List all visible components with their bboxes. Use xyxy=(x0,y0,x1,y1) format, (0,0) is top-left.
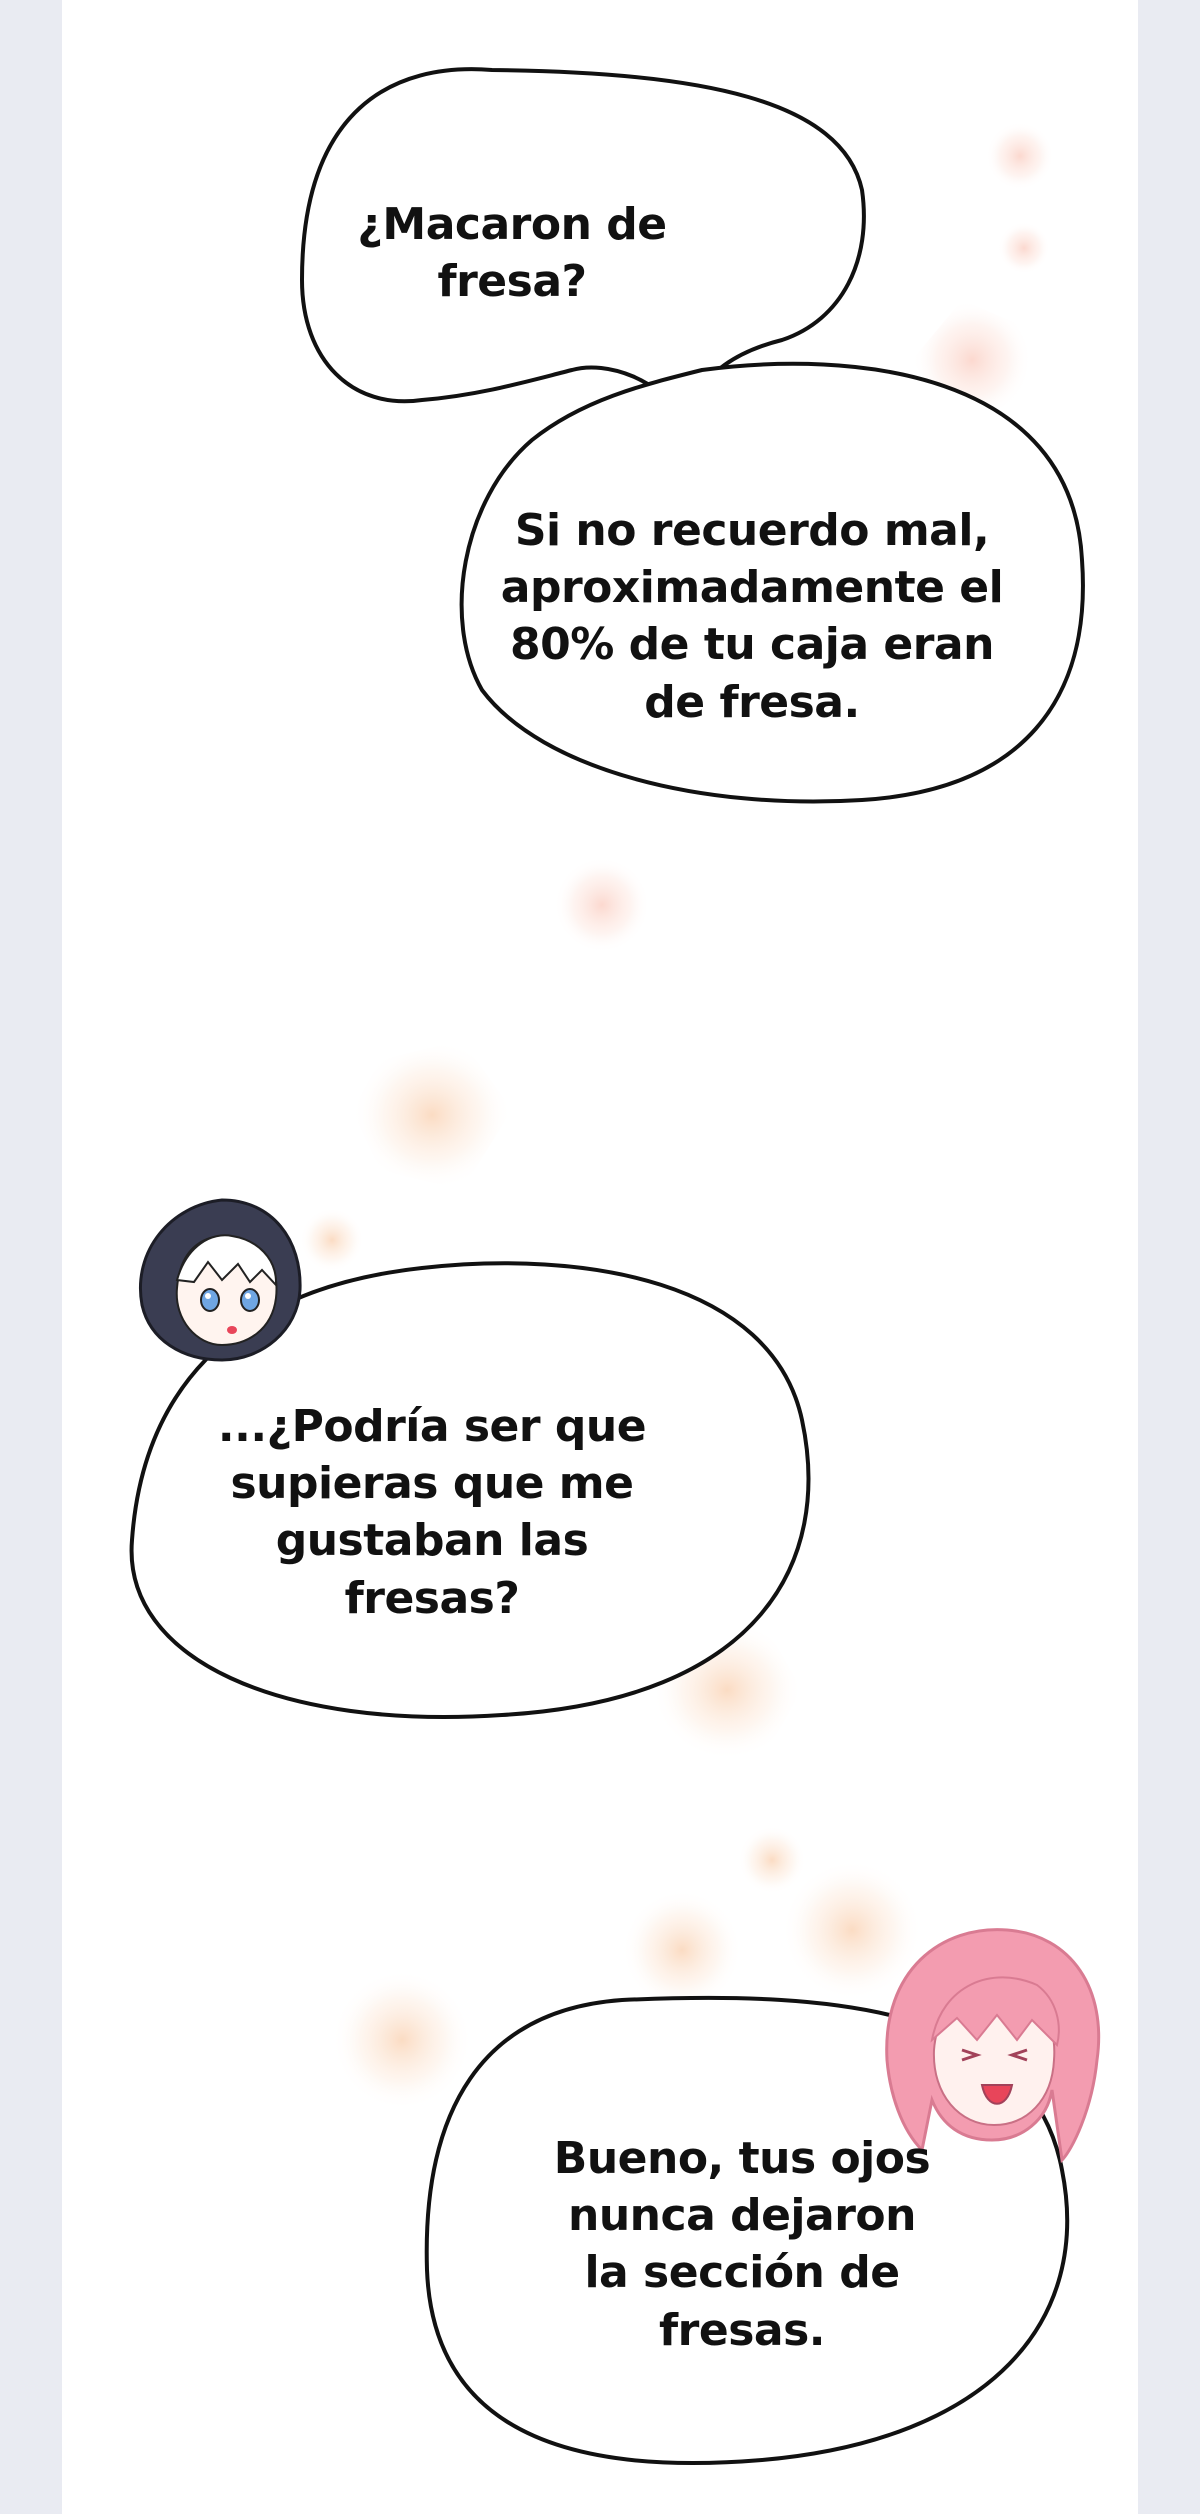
bubble-2-text: Si no recuerdo mal, aproximadamente el 8… xyxy=(500,505,1004,728)
comic-viewer: ¿Macaron de fresa? Si no recuerdo mal, a… xyxy=(0,0,1200,2514)
bubble-1-text: ¿Macaron de fresa? xyxy=(357,199,667,308)
bubble-3-text: ...¿Podría ser que supieras que me gusta… xyxy=(217,1401,647,1624)
hooded-boy-chibi-icon xyxy=(139,1198,302,1362)
pink-hair-girl-chibi-icon xyxy=(885,1928,1101,2164)
bubble-4-text: Bueno, tus ojos nunca dejaron la sección… xyxy=(553,2133,931,2356)
comic-panel: ¿Macaron de fresa? Si no recuerdo mal, a… xyxy=(62,0,1138,2514)
